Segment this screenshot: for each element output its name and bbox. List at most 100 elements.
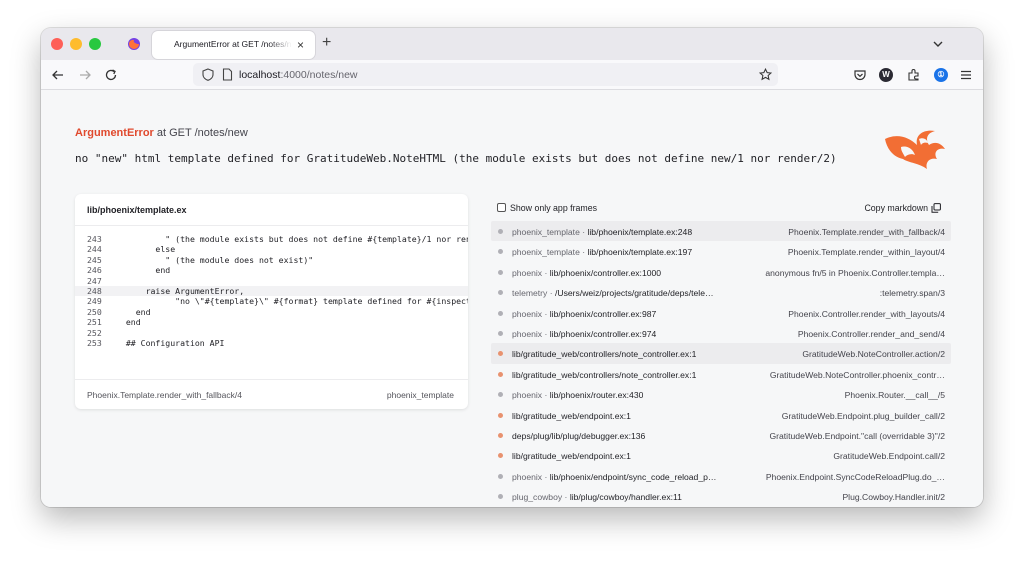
code-line: 245 " (the module does not exist)" <box>75 255 468 265</box>
frame-file-path: lib/plug/cowboy/handler.ex:11 <box>569 492 682 503</box>
tab-active[interactable]: ArgumentError at GET /notes/new × <box>152 31 315 59</box>
show-only-label: Show only app frames <box>510 203 598 213</box>
frame-location: phoenix_template · lib/phoenix/template.… <box>512 247 692 257</box>
line-code: "no \"#{template}\" #{format} template d… <box>175 296 468 307</box>
line-number: 248 <box>87 285 102 296</box>
footer-app: phoenix_template <box>386 390 454 400</box>
page-info-icon[interactable] <box>222 68 233 81</box>
minimize-window-button[interactable] <box>70 38 82 50</box>
frame-function: anonymous fn/5 in Phoenix.Controller.tem… <box>765 267 945 278</box>
extensions-puzzle-icon[interactable] <box>907 68 921 82</box>
line-number: 245 <box>87 254 102 265</box>
code-listing: 243 " (the module exists but does not de… <box>75 234 468 348</box>
frame-dot-icon <box>498 229 503 234</box>
line-number: 249 <box>87 296 102 307</box>
line-number: 253 <box>87 337 102 348</box>
frame-location: lib/gratitude_web/endpoint.ex:1 <box>512 451 631 461</box>
frame-dot-icon <box>498 310 503 316</box>
stack-frame[interactable]: telemetry · /Users/weiz/projects/gratitu… <box>491 282 951 302</box>
stack-frame[interactable]: phoenix · lib/phoenix/controller.ex:974 P… <box>491 323 951 343</box>
address-bar[interactable]: localhost:4000/notes/new <box>193 63 778 86</box>
stack-frame[interactable]: phoenix_template · lib/phoenix/template.… <box>491 241 951 261</box>
back-arrow-icon[interactable] <box>51 68 65 82</box>
hamburger-menu-icon[interactable] <box>959 68 973 82</box>
extension-w-icon[interactable]: W <box>879 68 893 82</box>
password-manager-icon[interactable]: ① <box>934 68 948 82</box>
frame-location: lib/gratitude_web/endpoint.ex:1 <box>512 411 631 421</box>
stack-frame[interactable]: lib/gratitude_web/endpoint.ex:1 Gratitude… <box>491 405 951 425</box>
stacktrace-header: Show only app frames Copy markdown <box>491 194 951 221</box>
stack-frame[interactable]: phoenix · lib/phoenix/router.ex:430 Phoen… <box>491 384 951 404</box>
stack-frame[interactable]: plug_cowboy · lib/plug/cowboy/handler.ex… <box>491 486 951 506</box>
tab-close-icon[interactable]: × <box>297 37 304 53</box>
close-window-button[interactable] <box>51 38 63 50</box>
line-number: 251 <box>87 317 102 328</box>
source-file-path: lib/phoenix/template.ex <box>87 205 187 215</box>
frame-function: GratitudeWeb.Endpoint.plug_builder_call/… <box>781 410 945 421</box>
url-text[interactable]: localhost:4000/notes/new <box>239 69 358 81</box>
stack-frame[interactable]: lib/gratitude_web/endpoint.ex:1 Gratitude… <box>491 445 951 465</box>
frame-function: Phoenix.Endpoint.SyncCodeReloadPlug.do_… <box>765 471 945 482</box>
code-line: 243 " (the module exists but does not de… <box>75 234 468 244</box>
frame-dot-icon <box>498 453 503 459</box>
line-number: 244 <box>87 244 102 255</box>
phoenix-logo-icon <box>885 130 945 169</box>
frame-location: phoenix · lib/phoenix/controller.ex:987 <box>512 309 656 319</box>
frame-function: GratitudeWeb.NoteController.phoenix_cont… <box>769 369 945 380</box>
frame-location: plug_cowboy · lib/plug/cowboy/handler.ex… <box>512 492 682 502</box>
line-number: 246 <box>87 265 102 276</box>
frame-app-name: phoenix · <box>512 328 550 339</box>
error-page: ArgumentError at GET /notes/new no "new"… <box>41 90 983 507</box>
forward-arrow-icon[interactable] <box>78 68 92 82</box>
frame-app-name: phoenix_template · <box>512 247 588 258</box>
stack-frame[interactable]: phoenix_template · lib/phoenix/template.… <box>491 221 951 242</box>
stack-frame[interactable]: phoenix · lib/phoenix/endpoint/sync_code… <box>491 466 951 486</box>
stack-frame[interactable]: phoenix · lib/phoenix/controller.ex:1000… <box>491 262 951 282</box>
frame-function: Phoenix.Controller.render_with_layouts/4 <box>788 308 945 319</box>
line-code: " (the module exists but does not define… <box>116 234 468 244</box>
code-line: 248 raise ArgumentError, <box>75 285 468 297</box>
stack-frame[interactable]: lib/gratitude_web/controllers/note_contr… <box>491 343 951 364</box>
stack-frame[interactable]: phoenix · lib/phoenix/controller.ex:987 P… <box>491 303 951 323</box>
stacktrace-panel: Show only app frames Copy markdown phoen… <box>491 194 951 502</box>
line-code: ## Configuration API <box>116 337 225 348</box>
frame-function: :telemetry.span/3 <box>879 288 945 299</box>
frame-dot-icon <box>498 432 503 438</box>
tracking-protection-shield-icon[interactable] <box>202 68 214 81</box>
frame-function: GratitudeWeb.NoteController.action/2 <box>802 349 945 360</box>
chevron-down-icon[interactable] <box>931 37 945 51</box>
checkbox-box[interactable] <box>497 203 506 212</box>
show-only-app-frames-checkbox[interactable]: Show only app frames <box>497 203 597 213</box>
copy-markdown-button[interactable]: Copy markdown <box>864 203 941 213</box>
frame-dot-icon <box>498 330 503 336</box>
frame-file-path: lib/gratitude_web/controllers/note_contr… <box>512 349 697 360</box>
frame-function: Phoenix.Router.__call__/5 <box>844 390 945 401</box>
pocket-icon[interactable] <box>853 68 867 82</box>
frame-file-path: lib/phoenix/controller.ex:974 <box>549 328 657 339</box>
reload-icon[interactable] <box>104 68 118 82</box>
line-number: 250 <box>87 306 102 317</box>
frame-file-path: lib/gratitude_web/endpoint.ex:1 <box>512 410 631 421</box>
error-type: ArgumentError <box>75 127 154 139</box>
stack-frame[interactable]: deps/plug/lib/plug/debugger.ex:136 Gratit… <box>491 425 951 445</box>
code-line: 250 end <box>75 307 468 317</box>
frame-location: lib/gratitude_web/controllers/note_contr… <box>512 349 696 359</box>
source-code-panel: lib/phoenix/template.ex 243 " (the modul… <box>75 194 468 409</box>
frame-dot-icon <box>498 392 503 398</box>
new-tab-button[interactable]: + <box>322 34 331 52</box>
line-code: raise ArgumentError, <box>116 285 245 296</box>
frame-dot-icon <box>498 351 503 357</box>
nav-toolbar: localhost:4000/notes/new W ① <box>41 60 983 90</box>
code-panel-footer: Phoenix.Template.render_with_fallback/4 … <box>75 379 468 409</box>
line-code: else <box>116 244 176 255</box>
zoom-window-button[interactable] <box>89 38 101 50</box>
divider <box>75 225 468 226</box>
stack-frame[interactable]: lib/gratitude_web/controllers/note_contr… <box>491 364 951 384</box>
bookmark-star-icon[interactable] <box>759 68 772 81</box>
firefox-view-icon[interactable] <box>127 37 141 51</box>
code-line: 247 <box>75 276 468 286</box>
frame-app-name: phoenix · <box>512 267 550 278</box>
line-code: end <box>116 317 141 328</box>
frame-location: lib/gratitude_web/controllers/note_contr… <box>512 370 696 380</box>
copy-markdown-label: Copy markdown <box>864 203 928 213</box>
